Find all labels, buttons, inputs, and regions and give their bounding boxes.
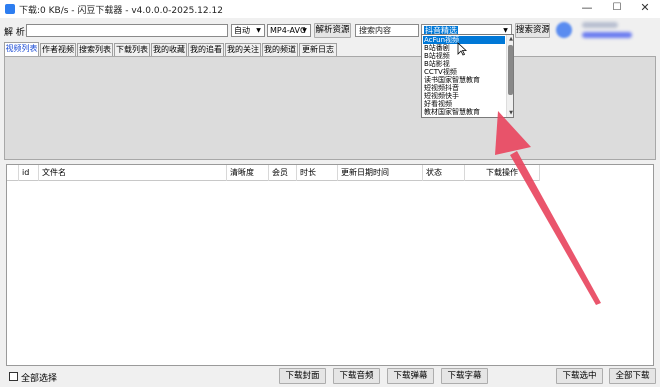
scrollbar-thumb[interactable] [508, 45, 513, 95]
column-header-id[interactable]: id [19, 165, 39, 181]
chevron-down-icon: ▼ [256, 27, 261, 34]
table-header: id 文件名 清晰度 会员 时长 更新日期时间 状态 下载操作 [7, 165, 540, 181]
tab-my-following-shows[interactable]: 我的追看 [188, 43, 224, 56]
select-all-label: 全部选择 [21, 374, 58, 384]
column-header-duration[interactable]: 时长 [297, 165, 338, 181]
tab-author-videos[interactable]: 作者视频 [40, 43, 76, 56]
search-resource-button[interactable]: 搜索资源 [515, 23, 550, 38]
tab-update-log[interactable]: 更新日志 [299, 43, 337, 56]
source-option[interactable]: 好看视频 [423, 100, 505, 108]
source-option[interactable]: 短视频抖音 [423, 84, 505, 92]
column-header-download-action[interactable]: 下载操作 [465, 165, 540, 181]
download-danmaku-button[interactable]: 下载弹幕 [387, 368, 434, 384]
video-list-panel [4, 56, 656, 160]
select-all-checkbox[interactable] [9, 372, 18, 381]
tab-search-list[interactable]: 搜索列表 [77, 43, 113, 56]
minimize-button[interactable]: — [572, 0, 602, 18]
url-input[interactable] [26, 24, 228, 37]
tab-my-follows[interactable]: 我的关注 [225, 43, 261, 56]
download-table: id 文件名 清晰度 会员 时长 更新日期时间 状态 下载操作 [6, 164, 654, 366]
mouse-cursor-icon [457, 42, 467, 56]
column-header-filename[interactable]: 文件名 [39, 165, 227, 181]
quality-value: 自动 [234, 26, 250, 35]
column-header-vip[interactable]: 会员 [269, 165, 297, 181]
format-select[interactable]: MP4-AVC ▼ [267, 24, 311, 37]
user-name-blurred [582, 22, 618, 28]
tab-my-channel[interactable]: 我的频道 [262, 43, 298, 56]
user-links-blurred[interactable] [582, 32, 632, 38]
tab-my-favorites[interactable]: 我的收藏 [151, 43, 187, 56]
download-audio-button[interactable]: 下载音频 [333, 368, 380, 384]
parse-label: 解 析: [4, 28, 28, 38]
column-header-status[interactable]: 状态 [423, 165, 465, 181]
source-option[interactable]: B站影视 [423, 60, 505, 68]
tab-download-list[interactable]: 下载列表 [114, 43, 150, 56]
title-bar: 下载:0 KB/s - 闪豆下载器 - v4.0.0.0-2025.12.12 … [0, 0, 660, 18]
scroll-down-icon[interactable]: ▼ [507, 109, 513, 117]
download-subtitles-button[interactable]: 下载字幕 [441, 368, 488, 384]
close-button[interactable]: ✕ [630, 0, 660, 18]
quality-select[interactable]: 自动 ▼ [231, 24, 265, 37]
parse-resource-button[interactable]: 解析资源 [314, 23, 351, 38]
column-header-select[interactable] [7, 165, 19, 181]
chevron-down-icon: ▼ [302, 27, 307, 34]
search-input[interactable]: 搜索内容 [355, 24, 419, 37]
maximize-button[interactable]: ☐ [602, 0, 632, 18]
column-header-updated[interactable]: 更新日期时间 [338, 165, 423, 181]
download-cover-button[interactable]: 下载封面 [279, 368, 326, 384]
source-option[interactable]: 短视频快手 [423, 92, 505, 100]
column-header-quality[interactable]: 清晰度 [227, 165, 269, 181]
app-icon [5, 4, 15, 14]
dropdown-scrollbar[interactable]: ▲ ▼ [506, 35, 513, 117]
scroll-up-icon[interactable]: ▲ [507, 35, 513, 43]
source-dropdown-list: AcFun视频 B站番剧 B站视频 B站影视 CCTV视频 读书国家智慧教育 短… [421, 34, 514, 118]
source-option[interactable]: 读书国家智慧教育 [423, 76, 505, 84]
avatar[interactable] [556, 22, 572, 38]
source-option[interactable]: CCTV视频 [423, 68, 505, 76]
window-title: 下载:0 KB/s - 闪豆下载器 - v4.0.0.0-2025.12.12 [19, 6, 223, 16]
download-all-button[interactable]: 全部下载 [609, 368, 656, 384]
tab-video-list[interactable]: 视频列表 [4, 42, 39, 56]
download-selected-button[interactable]: 下载选中 [556, 368, 603, 384]
source-option[interactable]: 教材国家智慧教育 [423, 108, 505, 116]
